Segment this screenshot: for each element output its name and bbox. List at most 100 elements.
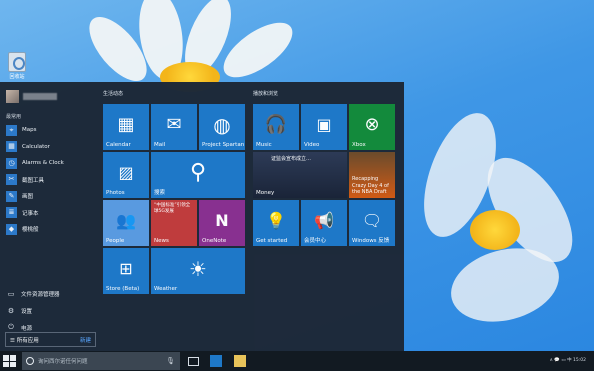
all-apps-button[interactable]: ☰ 所有应用 新建: [5, 332, 96, 347]
sun-icon: ☀: [189, 256, 207, 281]
group-title-play: 播放和浏览: [253, 91, 279, 97]
app-item-label: Calculator: [22, 143, 50, 150]
money-headline: 证监会宣布成立…: [271, 156, 312, 162]
tile-project-spartan[interactable]: ◍ Project Spartan: [199, 104, 245, 150]
tile-label: Windows 反馈: [352, 238, 390, 244]
notepad-icon: ≣: [6, 207, 17, 219]
sys-item-label: 电源: [21, 325, 33, 332]
file-explorer-taskbar-icon[interactable]: [234, 355, 246, 367]
user-name-blurred: [23, 93, 57, 100]
lightbulb-icon: 💡: [266, 210, 286, 230]
tile-label: People: [106, 238, 125, 244]
tile-search[interactable]: ⚲ 搜索: [151, 152, 245, 198]
start-menu: 最常用 ⌖ Maps ▦ Calculator ◷ Alarms & Clock…: [0, 82, 404, 351]
app-item-label: 截图工具: [22, 177, 45, 184]
tile-xbox[interactable]: ⊗ Xbox: [349, 104, 395, 150]
app-item-label: Alarms & Clock: [22, 160, 64, 167]
search-placeholder: 询问西尔诺任何问题: [38, 359, 88, 365]
tile-onenote[interactable]: N OneNote: [199, 200, 245, 246]
taskbar: 询问西尔诺任何问题 🎙 ∧ 💬 ▭ 中 15:02: [0, 351, 594, 371]
app-item-maps[interactable]: ⌖ Maps: [6, 122, 94, 139]
tile-label: Music: [256, 142, 272, 148]
microphone-icon[interactable]: 🎙: [166, 357, 175, 365]
tile-phone-companion[interactable]: 📢 会员中心: [301, 200, 347, 246]
tile-label: 搜索: [154, 190, 166, 196]
tile-photos[interactable]: ▨ Photos: [103, 152, 149, 198]
system-tray[interactable]: ∧ 💬 ▭ 中 15:02: [550, 357, 586, 363]
map-icon: ⌖: [6, 124, 17, 136]
recycle-bin-icon: [8, 52, 26, 72]
tile-label: Weather: [154, 286, 178, 292]
sys-item-label: 设置: [21, 308, 33, 315]
gear-icon: ⚙: [7, 306, 15, 315]
system-list: ▭ 文件资源管理器 ⚙ 设置 ⏻ 电源: [6, 285, 98, 336]
onenote-icon: N: [215, 210, 229, 230]
tile-weather[interactable]: ☀ Weather: [151, 248, 245, 294]
tile-label: 会员中心: [304, 238, 327, 244]
people-icon: 👥: [116, 210, 136, 230]
tile-label: Video: [304, 142, 320, 148]
app-item-label: 画图: [22, 194, 34, 201]
folder-icon: ▭: [7, 289, 15, 298]
tile-label: Store (Beta): [106, 286, 140, 292]
app-item-alarms[interactable]: ◷ Alarms & Clock: [6, 155, 94, 172]
avatar: [6, 90, 19, 103]
desktop-icon-label: 回收站: [9, 74, 25, 80]
video-icon: ▣: [316, 114, 332, 134]
tile-label: Project Spartan: [202, 142, 245, 148]
search-icon: ⚲: [189, 159, 207, 185]
app-item-other[interactable]: ◆ 樱桃般: [6, 221, 94, 238]
most-used-list: ⌖ Maps ▦ Calculator ◷ Alarms & Clock ✂ 截…: [6, 122, 94, 238]
start-button[interactable]: [3, 355, 17, 367]
calculator-icon: ▦: [6, 141, 17, 153]
app-item-label: Maps: [22, 127, 37, 134]
task-view-icon[interactable]: [188, 357, 199, 366]
app-item-calculator[interactable]: ▦ Calculator: [6, 139, 94, 156]
cortana-icon: [26, 357, 34, 365]
tile-label: News: [154, 238, 169, 244]
tile-get-started[interactable]: 💡 Get started: [253, 200, 299, 246]
store-taskbar-icon[interactable]: [210, 355, 222, 367]
file-explorer-item[interactable]: ▭ 文件资源管理器: [6, 285, 98, 302]
app-item-notepad[interactable]: ≣ 记事本: [6, 205, 94, 222]
tile-store[interactable]: ⊞ Store (Beta): [103, 248, 149, 294]
app-icon: ◆: [6, 223, 17, 235]
calendar-icon: ▦: [117, 113, 135, 135]
app-item-paint[interactable]: ✎ 画图: [6, 188, 94, 205]
tile-label: OneNote: [202, 238, 227, 244]
user-account[interactable]: [6, 90, 57, 103]
tile-label: Money: [256, 190, 275, 196]
snipping-tool-icon: ✂: [6, 174, 17, 186]
tile-label: Xbox: [352, 142, 366, 148]
desktop-recycle-bin[interactable]: 回收站: [4, 52, 30, 80]
settings-item[interactable]: ⚙ 设置: [6, 302, 98, 319]
new-badge: 新建: [79, 337, 91, 344]
tile-video[interactable]: ▣ Video: [301, 104, 347, 150]
search-input[interactable]: 询问西尔诺任何问题 🎙: [22, 352, 180, 370]
app-item-snipping-tool[interactable]: ✂ 截图工具: [6, 172, 94, 189]
sys-item-label: 文件资源管理器: [21, 291, 60, 298]
tile-label: Calendar: [106, 142, 131, 148]
sports-headline: Recapping Crazy Day 4 of the NBA Draft: [352, 176, 389, 195]
tile-windows-feedback[interactable]: 🗨 Windows 反馈: [349, 200, 395, 246]
paint-icon: ✎: [6, 190, 17, 202]
app-item-label: 樱桃般: [22, 227, 39, 234]
store-icon: ⊞: [119, 258, 133, 278]
tile-calendar[interactable]: ▦ Calendar: [103, 104, 149, 150]
tile-money[interactable]: 证监会宣布成立… Money: [253, 152, 347, 198]
tile-label: Mail: [154, 142, 166, 148]
mail-icon: ✉: [166, 113, 182, 135]
tile-news[interactable]: “中国标准”引领全球5G发展 News: [151, 200, 197, 246]
tile-sports[interactable]: Recapping Crazy Day 4 of the NBA Draft: [349, 152, 395, 198]
tile-people[interactable]: 👥 People: [103, 200, 149, 246]
tile-music[interactable]: 🎧 Music: [253, 104, 299, 150]
tile-label: Get started: [256, 238, 288, 244]
clock-icon: ◷: [6, 157, 17, 169]
globe-icon: ◍: [213, 112, 231, 137]
news-headline: “中国标准”引领全球5G发展: [154, 203, 191, 214]
most-used-title: 最常用: [6, 114, 22, 120]
group-title-life: 生活动态: [103, 91, 124, 97]
tile-mail[interactable]: ✉ Mail: [151, 104, 197, 150]
megaphone-icon: 📢: [314, 210, 334, 230]
headphones-icon: 🎧: [264, 113, 288, 135]
